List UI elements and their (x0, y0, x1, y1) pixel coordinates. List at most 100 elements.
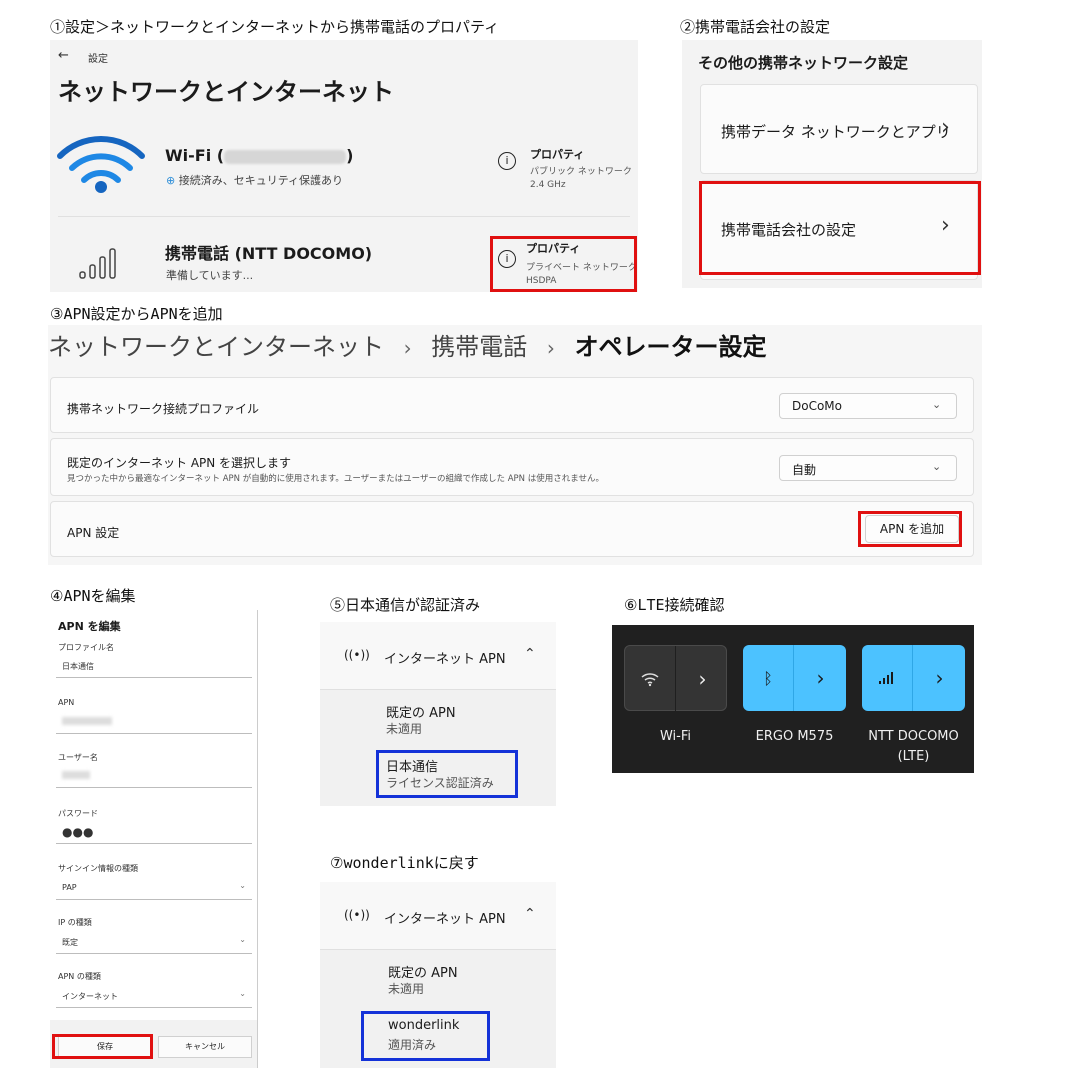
connection-profile-row: 携帯ネットワーク接続プロファイル DoCoMo ⌄ (50, 377, 974, 433)
default-apn-select[interactable]: 自動 ⌄ (779, 455, 957, 481)
wifi-toggle[interactable] (625, 646, 676, 712)
bluetooth-tile[interactable]: ᛒ › (743, 645, 846, 711)
password-field[interactable]: ●●● (56, 820, 252, 844)
cellular-signal-icon (879, 672, 893, 684)
connection-profile-label: 携帯ネットワーク接続プロファイル (67, 402, 260, 416)
cellular-tile-label-2: (LTE) (897, 749, 930, 764)
apn-label: APN (58, 698, 75, 707)
ssid-blurred (224, 149, 347, 164)
signin-type-select[interactable]: PAP ⌄ (56, 876, 252, 900)
chevron-down-icon: ⌄ (239, 881, 246, 890)
mobile-data-apps-label: 携帯データ ネットワークとアプリ (721, 123, 951, 141)
default-apn-value: 自動 (792, 463, 817, 477)
breadcrumb-separator: › (546, 336, 555, 360)
bluetooth-tile-label: ERGO M575 (755, 729, 834, 744)
wifi-properties-line1: パブリック ネットワーク (530, 167, 632, 177)
username-field[interactable] (56, 764, 252, 788)
breadcrumb: ネットワークとインターネット › 携帯電話 › オペレーター設定 (48, 327, 767, 362)
caption-step3: ③APN設定からAPNを追加 (50, 305, 223, 323)
highlight-cellular-properties (490, 236, 637, 292)
connection-profile-select[interactable]: DoCoMo ⌄ (779, 393, 957, 419)
apn-field[interactable] (56, 710, 252, 734)
apn-type-select[interactable]: インターネット ⌄ (56, 984, 252, 1008)
default-apn-status: 未適用 (388, 982, 425, 996)
globe-icon: ⊕ (166, 174, 176, 187)
highlight-add-apn (858, 511, 962, 547)
back-label[interactable]: 設定 (88, 50, 108, 65)
caption-step6: ⑥LTE接続確認 (624, 596, 725, 614)
highlight-save (52, 1034, 153, 1059)
wifi-icon (57, 136, 145, 193)
internet-apn-title: インターネット APN (384, 652, 506, 667)
connection-profile-value: DoCoMo (792, 399, 842, 413)
default-apn-label: 既定のインターネット APN を選択します (67, 456, 292, 470)
chevron-up-icon: ⌃ (524, 906, 536, 922)
chevron-down-icon: ⌄ (932, 460, 942, 473)
chevron-right-icon[interactable]: › (914, 645, 965, 711)
profile-name-label: プロファイル名 (58, 643, 114, 652)
page-title: ネットワークとインターネット (58, 78, 394, 106)
internet-apn-header[interactable]: ((•)) インターネット APN ⌃ (320, 622, 556, 690)
breadcrumb-network[interactable]: ネットワークとインターネット (48, 333, 384, 361)
chevron-down-icon: ⌄ (239, 989, 246, 998)
wifi-name-prefix: Wi-Fi ( (165, 146, 225, 165)
caption-step4: ④APNを編集 (50, 587, 136, 605)
breadcrumb-cellular[interactable]: 携帯電話 (431, 333, 527, 361)
cancel-button[interactable]: キャンセル (158, 1036, 252, 1058)
antenna-icon: ((•)) (344, 648, 370, 662)
breadcrumb-separator: › (403, 336, 412, 360)
caption-step5: ⑤日本通信が認証済み (330, 596, 481, 614)
default-apn-status: 未適用 (386, 722, 423, 736)
quick-settings-panel: › Wi-Fi ᛒ › ERGO M575 › NTT DOCOMO (LTE) (612, 625, 974, 773)
chevron-right-icon: › (941, 115, 950, 140)
breadcrumb-operator: オペレーター設定 (574, 333, 767, 361)
ip-type-label: IP の種類 (58, 918, 92, 927)
username-blurred (62, 771, 90, 779)
wifi-status-text: 接続済み、セキュリティ保護あり (178, 174, 344, 187)
internet-apn-header[interactable]: ((•)) インターネット APN ⌃ (320, 882, 556, 950)
edit-apn-title: APN を編集 (58, 620, 121, 633)
default-apn-description: 見つかった中から最適なインターネット APN が自動的に使用されます。ユーザーま… (67, 474, 604, 484)
wifi-tile[interactable]: › (624, 645, 728, 712)
chevron-down-icon: ⌄ (239, 935, 246, 944)
cellular-status: 準備しています... (166, 269, 254, 282)
apn-settings-row: APN 設定 APN を追加 (50, 501, 974, 557)
profile-name-field[interactable]: 日本通信 (56, 654, 252, 678)
antenna-icon: ((•)) (344, 908, 370, 922)
caption-step7: ⑦wonderlinkに戻す (330, 854, 479, 872)
cellular-tile[interactable]: › (862, 645, 965, 711)
cellular-name[interactable]: 携帯電話 (NTT DOCOMO) (165, 240, 372, 264)
chevron-right-icon[interactable]: › (677, 646, 728, 712)
default-apn-title: 既定の APN (386, 706, 456, 721)
mobile-data-apps-item[interactable]: 携帯データ ネットワークとアプリ › (700, 84, 978, 174)
wifi-name[interactable]: Wi-Fi () (165, 146, 353, 165)
operator-settings-panel: ネットワークとインターネット › 携帯電話 › オペレーター設定 携帯ネットワー… (48, 325, 982, 565)
wifi-properties-line2: 2.4 GHz (530, 180, 566, 190)
chevron-down-icon: ⌄ (932, 398, 942, 411)
wifi-name-suffix: ) (346, 146, 354, 165)
highlight-wonderlink (361, 1011, 490, 1061)
highlight-nihon-tsushin (376, 750, 518, 798)
apn-type-label: APN の種類 (58, 972, 101, 981)
divider (58, 216, 630, 217)
wifi-tile-label: Wi-Fi (659, 729, 691, 744)
ip-type-value: 既定 (62, 938, 78, 947)
cellular-tile-label-1: NTT DOCOMO (868, 729, 959, 744)
password-label: パスワード (58, 809, 98, 818)
info-icon[interactable]: i (498, 152, 516, 170)
username-label: ユーザー名 (58, 753, 98, 762)
cellular-toggle[interactable] (862, 645, 913, 711)
ip-type-select[interactable]: 既定 ⌄ (56, 930, 252, 954)
chevron-right-icon[interactable]: › (795, 645, 846, 711)
wifi-icon (641, 673, 659, 687)
apn-type-value: インターネット (62, 992, 118, 1001)
edit-apn-panel: APN を編集 プロファイル名 日本通信 APN ユーザー名 パスワード ●●●… (50, 610, 258, 1068)
cellular-signal-icon (79, 248, 116, 279)
signin-type-label: サインイン情報の種類 (58, 864, 138, 873)
default-apn-title: 既定の APN (388, 966, 458, 981)
caption-step1: ①設定＞ネットワークとインターネットから携帯電話のプロパティ (50, 18, 500, 36)
back-arrow-icon[interactable]: ← (58, 48, 69, 63)
apn-blurred (62, 717, 112, 725)
bluetooth-icon[interactable]: ᛒ (743, 645, 794, 711)
wifi-properties-title[interactable]: プロパティ (530, 146, 584, 162)
